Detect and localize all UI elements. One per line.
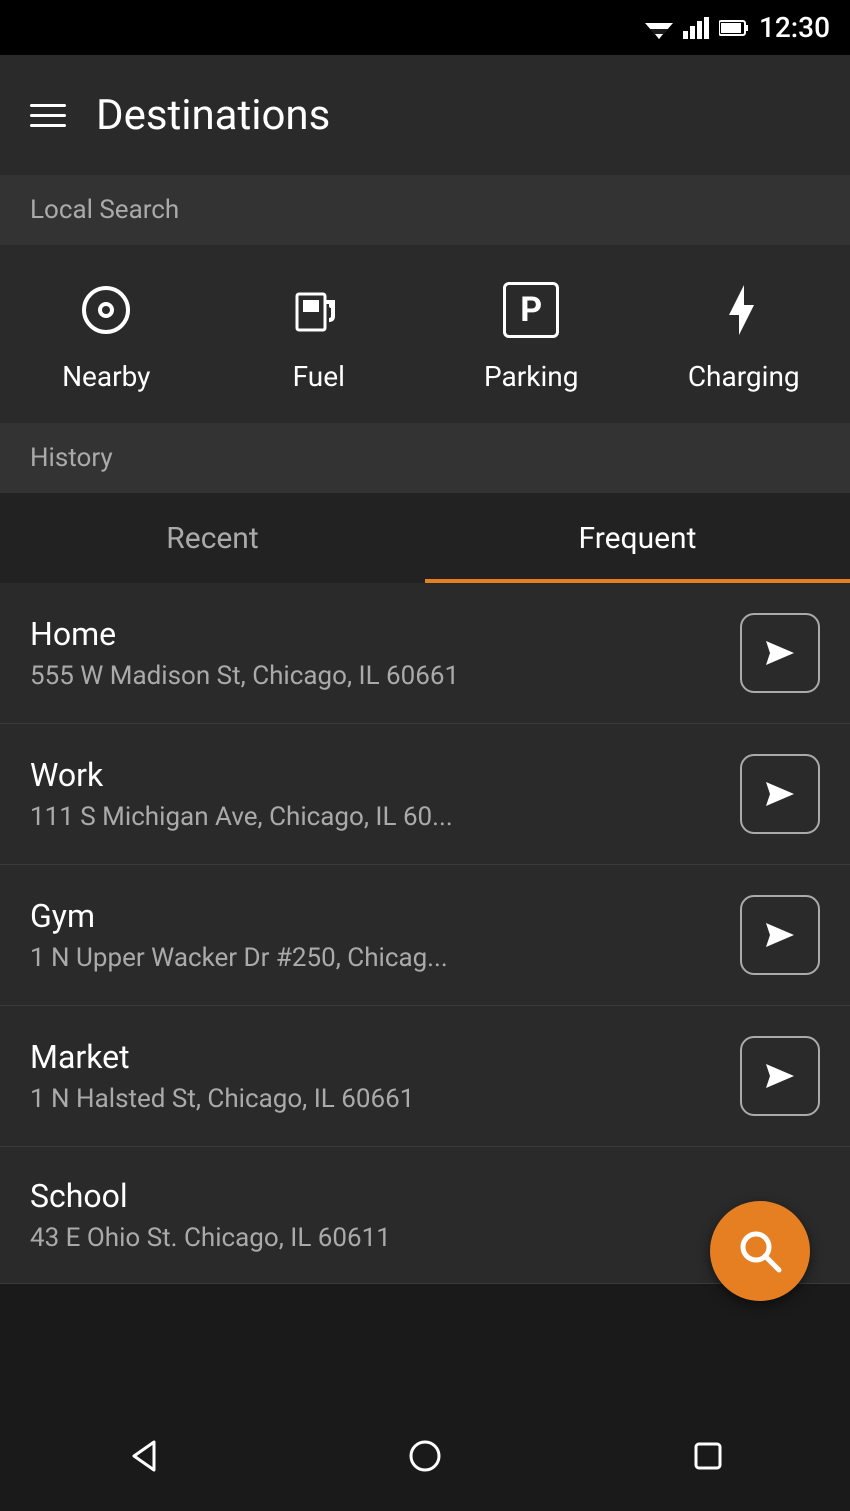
history-label: History <box>0 423 850 493</box>
charging-button[interactable]: Charging <box>638 275 850 393</box>
destination-market-name: Market <box>30 1038 740 1076</box>
recents-button[interactable] <box>668 1416 748 1496</box>
nearby-icon <box>71 275 141 345</box>
destination-home-info: Home 555 W Madison St, Chicago, IL 60661 <box>30 615 740 691</box>
navigate-work-button[interactable] <box>740 754 820 834</box>
tab-recent[interactable]: Recent <box>0 493 425 583</box>
wifi-icon <box>645 17 673 39</box>
fuel-button[interactable]: Fuel <box>213 275 426 393</box>
quick-access-grid: Nearby Fuel P Parking Charging <box>0 245 850 423</box>
destination-school-name: School <box>30 1177 820 1215</box>
fab-search-button[interactable] <box>710 1201 810 1301</box>
destination-market-info: Market 1 N Halsted St, Chicago, IL 60661 <box>30 1038 740 1114</box>
destination-home[interactable]: Home 555 W Madison St, Chicago, IL 60661 <box>0 583 850 724</box>
back-button[interactable] <box>102 1416 182 1496</box>
destination-gym-address: 1 N Upper Wacker Dr #250, Chicag... <box>30 943 740 973</box>
battery-icon <box>719 19 749 37</box>
destination-work-name: Work <box>30 756 740 794</box>
destination-work[interactable]: Work 111 S Michigan Ave, Chicago, IL 60.… <box>0 724 850 865</box>
page-title: Destinations <box>96 91 330 140</box>
signal-icon <box>683 17 709 39</box>
destination-gym[interactable]: Gym 1 N Upper Wacker Dr #250, Chicag... <box>0 865 850 1006</box>
home-button[interactable] <box>385 1416 465 1496</box>
destination-work-address: 111 S Michigan Ave, Chicago, IL 60... <box>30 802 740 832</box>
hamburger-menu-icon[interactable] <box>30 104 66 127</box>
parking-icon: P <box>496 275 566 345</box>
local-search-label: Local Search <box>0 175 850 245</box>
destination-gym-info: Gym 1 N Upper Wacker Dr #250, Chicag... <box>30 897 740 973</box>
destination-home-address: 555 W Madison St, Chicago, IL 60661 <box>30 661 740 691</box>
status-time: 12:30 <box>759 11 830 44</box>
header: Destinations <box>0 55 850 175</box>
nearby-button[interactable]: Nearby <box>0 275 213 393</box>
parking-label: Parking <box>484 360 578 393</box>
navigate-home-button[interactable] <box>740 613 820 693</box>
navigate-gym-button[interactable] <box>740 895 820 975</box>
destination-market-address: 1 N Halsted St, Chicago, IL 60661 <box>30 1084 740 1114</box>
destination-list: Home 555 W Madison St, Chicago, IL 60661… <box>0 583 850 1284</box>
destination-home-name: Home <box>30 615 740 653</box>
fuel-label: Fuel <box>293 360 345 393</box>
search-icon <box>735 1226 785 1276</box>
charging-icon <box>709 275 779 345</box>
status-bar: 12:30 <box>0 0 850 55</box>
nav-bar <box>0 1401 850 1511</box>
destination-market[interactable]: Market 1 N Halsted St, Chicago, IL 60661 <box>0 1006 850 1147</box>
nearby-label: Nearby <box>62 360 150 393</box>
parking-button[interactable]: P Parking <box>425 275 638 393</box>
destination-gym-name: Gym <box>30 897 740 935</box>
tab-frequent[interactable]: Frequent <box>425 493 850 583</box>
status-icons: 12:30 <box>645 11 830 44</box>
destination-work-info: Work 111 S Michigan Ave, Chicago, IL 60.… <box>30 756 740 832</box>
charging-label: Charging <box>688 360 800 393</box>
navigate-market-button[interactable] <box>740 1036 820 1116</box>
fuel-icon <box>284 275 354 345</box>
history-tabs: Recent Frequent <box>0 493 850 583</box>
destination-school-info: School 43 E Ohio St. Chicago, IL 60611 <box>30 1177 820 1253</box>
destination-school-address: 43 E Ohio St. Chicago, IL 60611 <box>30 1223 820 1253</box>
